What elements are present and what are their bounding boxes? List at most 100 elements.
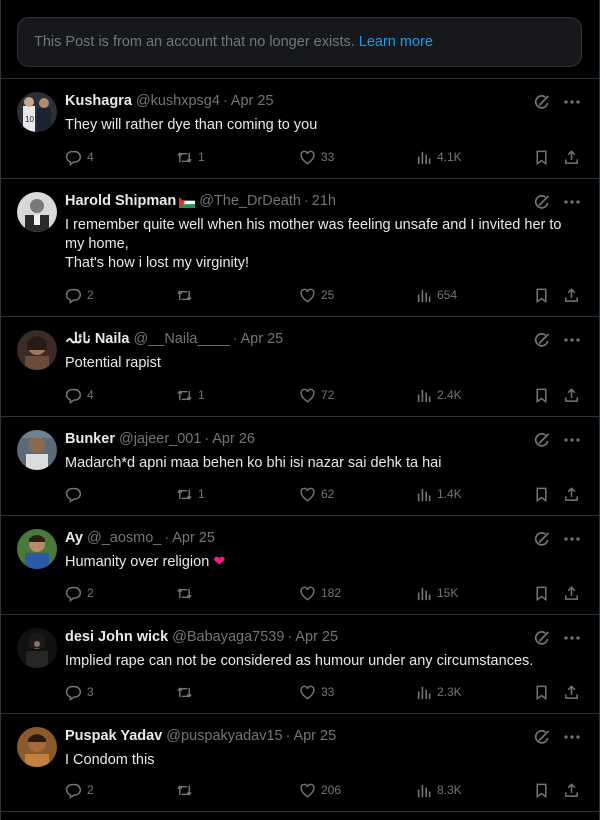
more-icon[interactable]	[563, 331, 581, 349]
user-handle[interactable]: @The_DrDeath	[199, 193, 301, 209]
views-button[interactable]: 4.1K	[415, 147, 462, 167]
like-button[interactable]: 33	[299, 147, 334, 167]
reply-button[interactable]: 3	[65, 682, 94, 702]
post-date[interactable]: Apr 25	[293, 728, 336, 744]
learn-more-link[interactable]: Learn more	[359, 34, 433, 50]
display-name[interactable]: Ay	[65, 530, 83, 546]
grok-icon[interactable]	[533, 331, 551, 349]
reply-item[interactable]: 10 Kushagra @kushxpsg4 · Apr 25 They wil…	[1, 78, 600, 178]
share-button[interactable]	[563, 682, 580, 702]
reply-header: Harold Shipman @The_DrDeath · 21h	[65, 193, 336, 209]
views-button[interactable]: 654	[415, 285, 457, 305]
retweet-button[interactable]	[176, 583, 198, 603]
like-button[interactable]: 206	[299, 780, 341, 800]
retweet-button[interactable]: 1	[176, 147, 205, 167]
post-date[interactable]: Apr 25	[240, 331, 283, 347]
user-handle[interactable]: @jajeer_001	[119, 431, 201, 447]
share-button[interactable]	[563, 285, 580, 305]
views-button[interactable]: 1.4K	[415, 484, 462, 504]
reply-item[interactable]: نائلہ Naila @__Naila____ · Apr 25 Potent…	[1, 316, 600, 416]
grok-icon[interactable]	[533, 431, 551, 449]
avatar[interactable]	[17, 628, 57, 668]
user-handle[interactable]: @__Naila____	[133, 331, 229, 347]
retweet-button[interactable]	[176, 682, 198, 702]
more-icon[interactable]	[563, 530, 581, 548]
bookmark-button[interactable]	[533, 583, 550, 603]
retweet-button[interactable]: 1	[176, 385, 205, 405]
avatar[interactable]	[17, 529, 57, 569]
like-button[interactable]: 62	[299, 484, 334, 504]
grok-icon[interactable]	[533, 193, 551, 211]
reply-item[interactable]: Bunker @jajeer_001 · Apr 26 Madarch*d ap…	[1, 416, 600, 515]
share-button[interactable]	[563, 583, 580, 603]
more-icon[interactable]	[563, 629, 581, 647]
display-name[interactable]: Kushagra	[65, 93, 132, 109]
bookmark-button[interactable]	[533, 285, 550, 305]
like-button[interactable]: 25	[299, 285, 334, 305]
like-button[interactable]: 182	[299, 583, 341, 603]
display-name[interactable]: Puspak Yadav	[65, 728, 162, 744]
grok-icon[interactable]	[533, 728, 551, 746]
bookmark-button[interactable]	[533, 484, 550, 504]
post-date[interactable]: Apr 25	[172, 530, 215, 546]
bookmark-button[interactable]	[533, 385, 550, 405]
more-icon[interactable]	[563, 728, 581, 746]
retweet-button[interactable]	[176, 780, 198, 800]
bookmark-button[interactable]	[533, 682, 550, 702]
post-date[interactable]: Apr 25	[231, 93, 274, 109]
user-handle[interactable]: @_aosmo_	[87, 530, 161, 546]
bookmark-button[interactable]	[533, 780, 550, 800]
bookmark-button[interactable]	[533, 147, 550, 167]
more-icon[interactable]	[563, 431, 581, 449]
like-button[interactable]: 72	[299, 385, 334, 405]
reply-text-line: Madarch*d apni maa behen ko bhi isi naza…	[65, 455, 442, 471]
reply-button[interactable]: 4	[65, 385, 94, 405]
retweet-count: 1	[198, 388, 205, 402]
display-name[interactable]: نائلہ Naila	[65, 331, 129, 347]
user-handle[interactable]: @puspakyadav15	[166, 728, 282, 744]
reply-button[interactable]: 2	[65, 780, 94, 800]
reply-item[interactable]: desi John wick @Babayaga7539 · Apr 25 Im…	[1, 614, 600, 713]
avatar[interactable]: 10	[17, 92, 57, 132]
more-icon[interactable]	[563, 193, 581, 211]
grok-icon[interactable]	[533, 530, 551, 548]
views-button[interactable]: 8.3K	[415, 780, 462, 800]
views-button[interactable]: 15K	[415, 583, 458, 603]
reply-actions: 2 182 15K	[65, 583, 581, 603]
display-name[interactable]: Harold Shipman	[65, 193, 176, 209]
reply-button[interactable]: 2	[65, 583, 94, 603]
user-handle[interactable]: @kushxpsg4	[136, 93, 220, 109]
reply-icon	[65, 585, 82, 602]
reply-item[interactable]: Ay @_aosmo_ · Apr 25 Humanity over relig…	[1, 515, 600, 614]
grok-icon[interactable]	[533, 629, 551, 647]
avatar[interactable]	[17, 330, 57, 370]
retweet-button[interactable]	[176, 285, 198, 305]
reply-button[interactable]	[65, 484, 87, 504]
share-button[interactable]	[563, 484, 580, 504]
red-heart-emoji: ❤	[213, 554, 226, 570]
post-date[interactable]: Apr 26	[212, 431, 255, 447]
display-name[interactable]: desi John wick	[65, 629, 168, 645]
post-date[interactable]: Apr 25	[295, 629, 338, 645]
reply-item[interactable]: Puspak Yadav @puspakyadav15 · Apr 25 I C…	[1, 713, 600, 811]
share-button[interactable]	[563, 147, 580, 167]
share-button[interactable]	[563, 780, 580, 800]
share-button[interactable]	[563, 385, 580, 405]
retweet-button[interactable]: 1	[176, 484, 205, 504]
reply-item[interactable]: Harold Shipman @The_DrDeath · 21h I reme…	[1, 178, 600, 316]
view-count: 654	[437, 288, 458, 302]
avatar[interactable]	[17, 192, 57, 232]
avatar[interactable]	[17, 430, 57, 470]
user-handle[interactable]: @Babayaga7539	[172, 629, 284, 645]
reply-button[interactable]: 2	[65, 285, 94, 305]
post-date[interactable]: 21h	[312, 193, 336, 209]
reply-text-line: I remember quite well when his mother wa…	[65, 217, 562, 233]
views-button[interactable]: 2.4K	[415, 385, 462, 405]
more-icon[interactable]	[563, 93, 581, 111]
display-name[interactable]: Bunker	[65, 431, 115, 447]
like-button[interactable]: 33	[299, 682, 334, 702]
avatar[interactable]	[17, 727, 57, 767]
grok-icon[interactable]	[533, 93, 551, 111]
views-button[interactable]: 2.3K	[415, 682, 462, 702]
reply-button[interactable]: 4	[65, 147, 94, 167]
